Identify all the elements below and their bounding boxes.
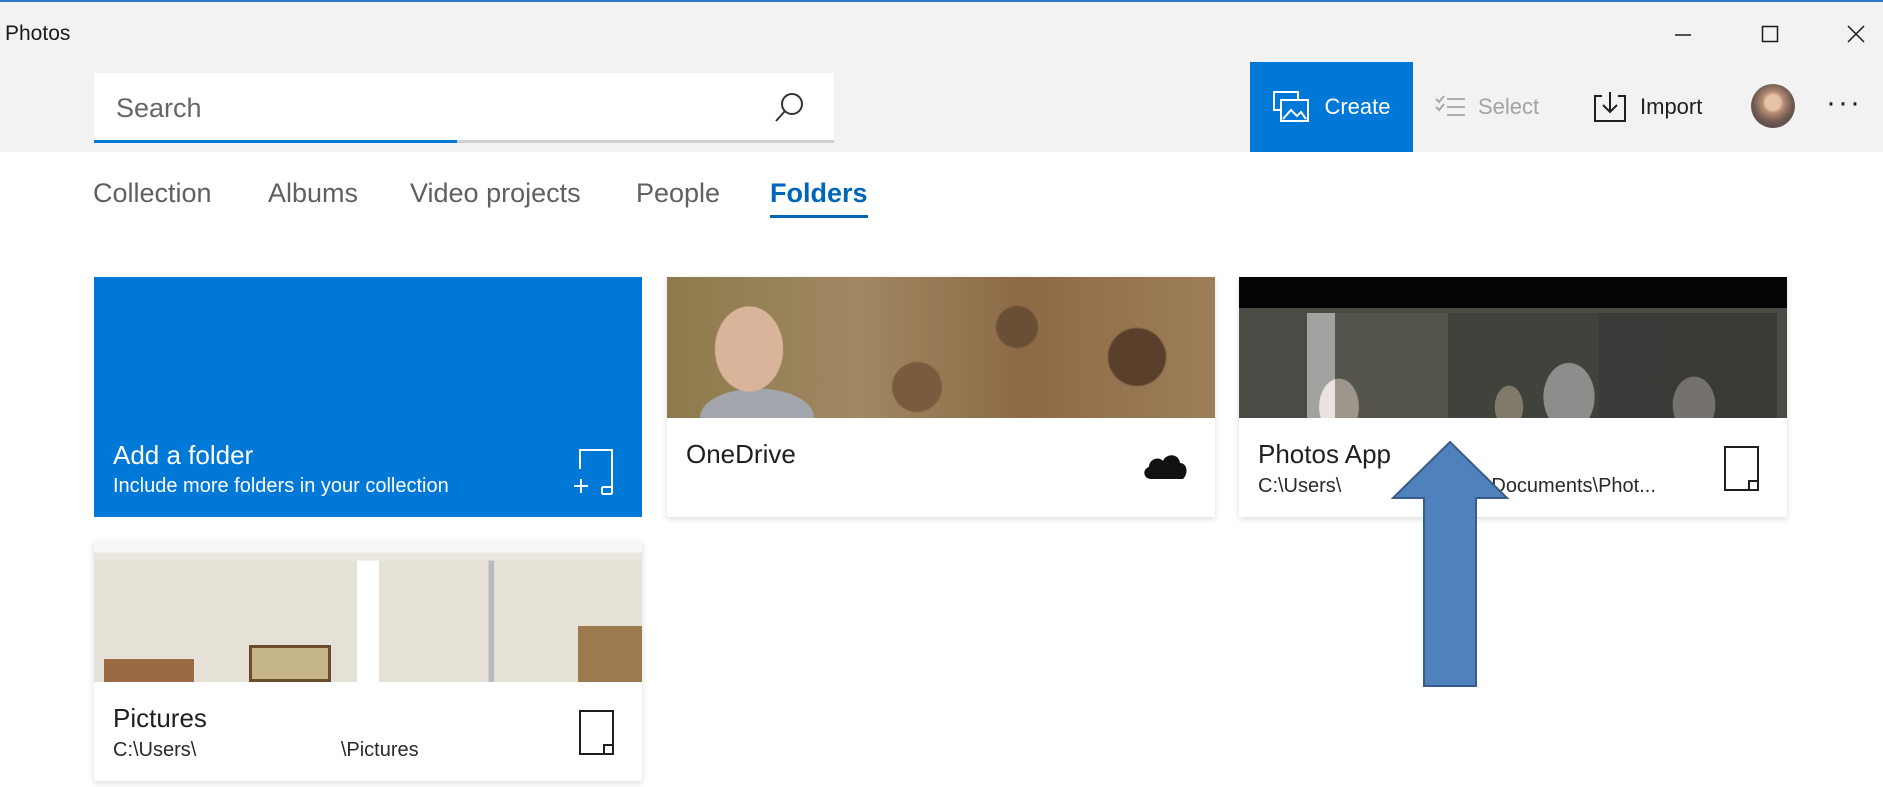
close-icon: [1847, 25, 1865, 43]
title-bar: Photos: [0, 2, 1883, 62]
folder-tile-pictures[interactable]: Pictures C:\Users\ \Pictures: [94, 541, 642, 781]
folder-name: Pictures: [113, 703, 207, 733]
folder-name: Photos App: [1258, 439, 1391, 469]
close-button[interactable]: [1829, 12, 1883, 56]
minimize-button[interactable]: [1656, 12, 1710, 56]
add-folder-icon: [572, 447, 618, 502]
local-folder-icon: [578, 709, 616, 762]
folder-path: C:\Users\ \Pictures: [113, 739, 419, 761]
folder-name: OneDrive: [686, 439, 796, 469]
maximize-icon: [1761, 25, 1779, 43]
folder-tile-onedrive[interactable]: OneDrive: [667, 277, 1215, 517]
add-folder-subtitle: Include more folders in your collection: [113, 475, 449, 497]
import-button[interactable]: Import: [1592, 62, 1702, 152]
tab-albums[interactable]: Albums: [268, 178, 358, 209]
tab-people[interactable]: People: [636, 178, 720, 209]
tab-folders[interactable]: Folders: [770, 178, 868, 218]
tab-collection[interactable]: Collection: [93, 178, 212, 209]
search-progress-bar: [94, 140, 457, 143]
import-icon: [1594, 92, 1626, 122]
create-label: Create: [1324, 94, 1391, 119]
search-box[interactable]: Search: [94, 73, 834, 143]
select-button[interactable]: Select: [1434, 62, 1539, 152]
app-title: Photos: [5, 22, 71, 45]
folder-tile-photos-app[interactable]: Photos App C:\Users\ \Documents\Phot...: [1239, 277, 1787, 517]
search-placeholder: Search: [116, 93, 202, 123]
tab-video-projects[interactable]: Video projects: [410, 178, 581, 209]
minimize-icon: [1675, 34, 1691, 36]
create-button[interactable]: Create: [1250, 62, 1413, 152]
search-icon[interactable]: [772, 91, 806, 130]
select-label: Select: [1478, 94, 1540, 119]
maximize-button[interactable]: [1743, 12, 1797, 56]
user-avatar[interactable]: [1751, 84, 1795, 128]
local-folder-icon: [1723, 445, 1761, 498]
annotation-arrow: [1390, 440, 1510, 687]
add-folder-title: Add a folder: [113, 440, 254, 470]
import-label: Import: [1640, 94, 1703, 119]
more-options-button[interactable]: ···: [1826, 86, 1862, 120]
create-icon: [1273, 91, 1310, 122]
folder-thumbnail: [667, 277, 1215, 418]
add-folder-tile[interactable]: Add a folder Include more folders in you…: [94, 277, 642, 517]
cloud-icon: [1141, 449, 1189, 486]
folder-thumbnail: [94, 541, 642, 682]
select-list-icon: [1435, 95, 1465, 116]
folder-thumbnail: [1239, 277, 1787, 418]
